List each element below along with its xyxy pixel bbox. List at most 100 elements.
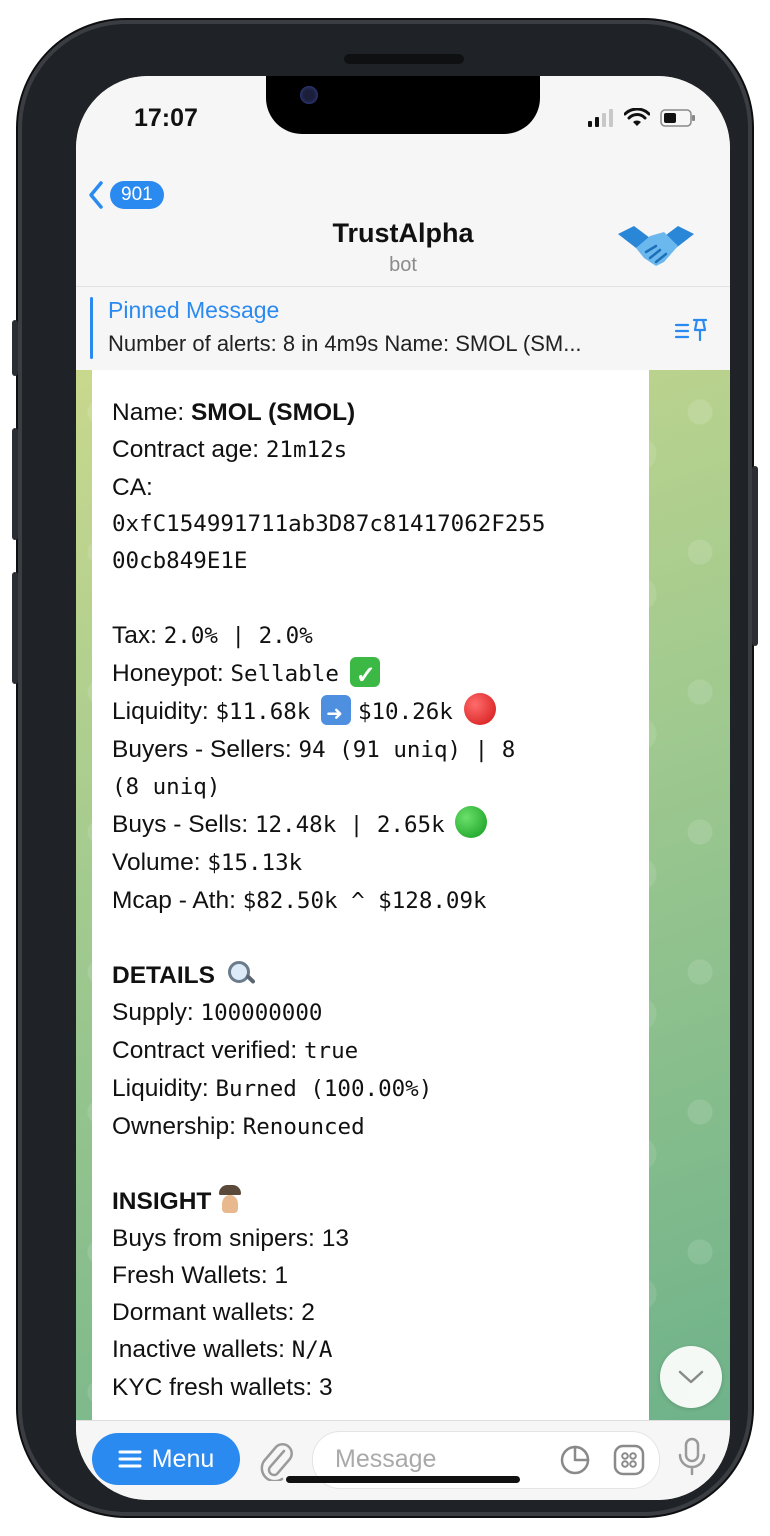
line-tax: Tax: 2.0% | 2.0%	[112, 617, 642, 655]
scroll-down-button[interactable]	[660, 1346, 722, 1408]
name-label: Name:	[112, 399, 191, 426]
ownership-value: Renounced	[242, 1114, 365, 1140]
pinned-indicator	[90, 297, 93, 359]
front-camera	[300, 86, 318, 104]
details-heading-line: DETAILS	[112, 957, 642, 994]
phone-frame: 17:07 901 TrustAlpha bot Pinned Message …	[12, 20, 758, 1516]
line-honeypot: Honeypot: Sellable	[112, 655, 642, 694]
avatar[interactable]	[616, 218, 696, 270]
sticker-icon[interactable]	[559, 1444, 591, 1476]
pin-list-icon[interactable]	[674, 317, 708, 343]
ca-label: CA:	[112, 474, 153, 501]
magnifying-glass-icon	[226, 959, 256, 989]
insight-heading: INSIGHT	[112, 1188, 212, 1215]
menu-button[interactable]: Menu	[92, 1433, 240, 1485]
message-input[interactable]	[333, 1444, 547, 1475]
handshake-icon	[618, 226, 694, 266]
liquidity-burned-label: Liquidity:	[112, 1075, 216, 1102]
tax-value: 2.0% | 2.0%	[163, 623, 313, 649]
menu-label: Menu	[151, 1444, 215, 1473]
dormant-value: 2	[301, 1299, 315, 1326]
verified-label: Contract verified:	[112, 1037, 304, 1064]
buys-sells-label: Buys - Sells:	[112, 811, 255, 838]
line-kyc: KYC fresh wallets: 3	[112, 1369, 642, 1406]
earpiece-speaker	[344, 54, 464, 64]
kyc-label: KYC fresh wallets:	[112, 1374, 319, 1401]
right-arrow-icon	[321, 695, 352, 733]
line-volume: Volume: $15.13k	[112, 844, 642, 882]
message-text: Name: SMOL (SMOL) Contract age: 21m12s C…	[112, 394, 642, 1406]
detective-icon	[215, 1183, 245, 1215]
red-circle-icon	[463, 693, 496, 725]
microphone-icon[interactable]	[676, 1437, 708, 1477]
pinned-text: Number of alerts: 8 in 4m9s Name: SMOL (…	[108, 331, 582, 356]
status-icons	[588, 108, 696, 128]
liquidity-burned-value: Burned (100.00%)	[215, 1076, 433, 1102]
mcap-value: $82.50k ^ $128.09k	[242, 888, 487, 914]
chat-area[interactable]: Name: SMOL (SMOL) Contract age: 21m12s C…	[76, 370, 730, 1420]
supply-value: 100000000	[200, 1000, 323, 1026]
hamburger-icon	[118, 1450, 142, 1468]
pinned-message-bar[interactable]: Pinned Message Number of alerts: 8 in 4m…	[76, 286, 730, 372]
contract-age-label: Contract age:	[112, 436, 266, 463]
bot-commands-icon[interactable]	[613, 1444, 645, 1476]
ca-value-line2[interactable]: 00cb849E1E	[112, 543, 642, 580]
volume-up-button	[12, 428, 18, 540]
chevron-left-icon	[89, 181, 103, 209]
inactive-label: Inactive wallets:	[112, 1336, 292, 1363]
pinned-label: Pinned Message	[108, 297, 280, 323]
contract-age-value: 21m12s	[265, 437, 348, 463]
fresh-value: 1	[274, 1262, 289, 1289]
supply-label: Supply:	[112, 999, 201, 1026]
line-ownership: Ownership: Renounced	[112, 1108, 642, 1146]
battery-icon	[660, 109, 695, 127]
line-supply: Supply: 100000000	[112, 994, 642, 1032]
silent-switch	[12, 320, 18, 376]
home-indicator[interactable]	[286, 1476, 520, 1483]
inactive-value: N/A	[291, 1337, 333, 1363]
snipers-value: 13	[321, 1225, 349, 1252]
line-liquidity-burned: Liquidity: Burned (100.00%)	[112, 1070, 642, 1108]
paperclip-icon[interactable]	[258, 1441, 294, 1481]
line-snipers: Buys from snipers: 13	[112, 1220, 642, 1257]
honeypot-label: Honeypot:	[112, 660, 231, 687]
ownership-label: Ownership:	[112, 1113, 243, 1140]
line-contract-age: Contract age: 21m12s	[112, 431, 642, 469]
honeypot-value: Sellable	[230, 661, 339, 687]
status-time: 17:07	[134, 104, 198, 132]
back-button[interactable]: 901	[88, 180, 164, 210]
line-buys-sells: Buys - Sells: 12.48k | 2.65k	[112, 806, 642, 844]
liquidity-to: $10.26k	[357, 699, 453, 725]
fresh-label: Fresh Wallets:	[112, 1262, 275, 1289]
snipers-label: Buys from snipers:	[112, 1225, 322, 1252]
buyers-sellers-value-cont: (8 uniq)	[112, 774, 221, 800]
mcap-label: Mcap - Ath:	[112, 887, 243, 914]
chevron-down-icon	[678, 1370, 704, 1384]
chat-header: 901 TrustAlpha bot	[76, 156, 730, 286]
message-bubble[interactable]: Name: SMOL (SMOL) Contract age: 21m12s C…	[92, 370, 649, 1420]
volume-label: Volume:	[112, 849, 208, 876]
dormant-label: Dormant wallets:	[112, 1299, 302, 1326]
liquidity-from: $11.68k	[215, 699, 311, 725]
details-heading: DETAILS	[112, 962, 215, 989]
buyers-sellers-label: Buyers - Sellers:	[112, 736, 299, 763]
volume-down-button	[12, 572, 18, 684]
green-circle-icon	[455, 806, 488, 838]
name-value: SMOL (SMOL)	[190, 399, 356, 426]
wifi-icon	[624, 108, 650, 126]
signal-icon	[588, 109, 613, 127]
tax-label: Tax:	[112, 622, 164, 649]
kyc-value: 3	[318, 1374, 333, 1401]
line-fresh: Fresh Wallets: 1	[112, 1257, 642, 1294]
volume-value: $15.13k	[207, 850, 303, 876]
screen: 17:07 901 TrustAlpha bot Pinned Message …	[76, 76, 730, 1500]
power-button	[752, 466, 758, 646]
buys-sells-value: 12.48k | 2.65k	[254, 812, 445, 838]
notch	[266, 76, 540, 134]
liquidity-label: Liquidity:	[112, 698, 216, 725]
unread-count-badge: 901	[110, 181, 164, 209]
line-liquidity: Liquidity: $11.68k $10.26k	[112, 693, 642, 733]
insight-heading-line: INSIGHT	[112, 1183, 642, 1220]
line-mcap: Mcap - Ath: $82.50k ^ $128.09k	[112, 882, 642, 920]
ca-value-line1[interactable]: 0xfC154991711ab3D87c81417062F255	[112, 506, 642, 543]
